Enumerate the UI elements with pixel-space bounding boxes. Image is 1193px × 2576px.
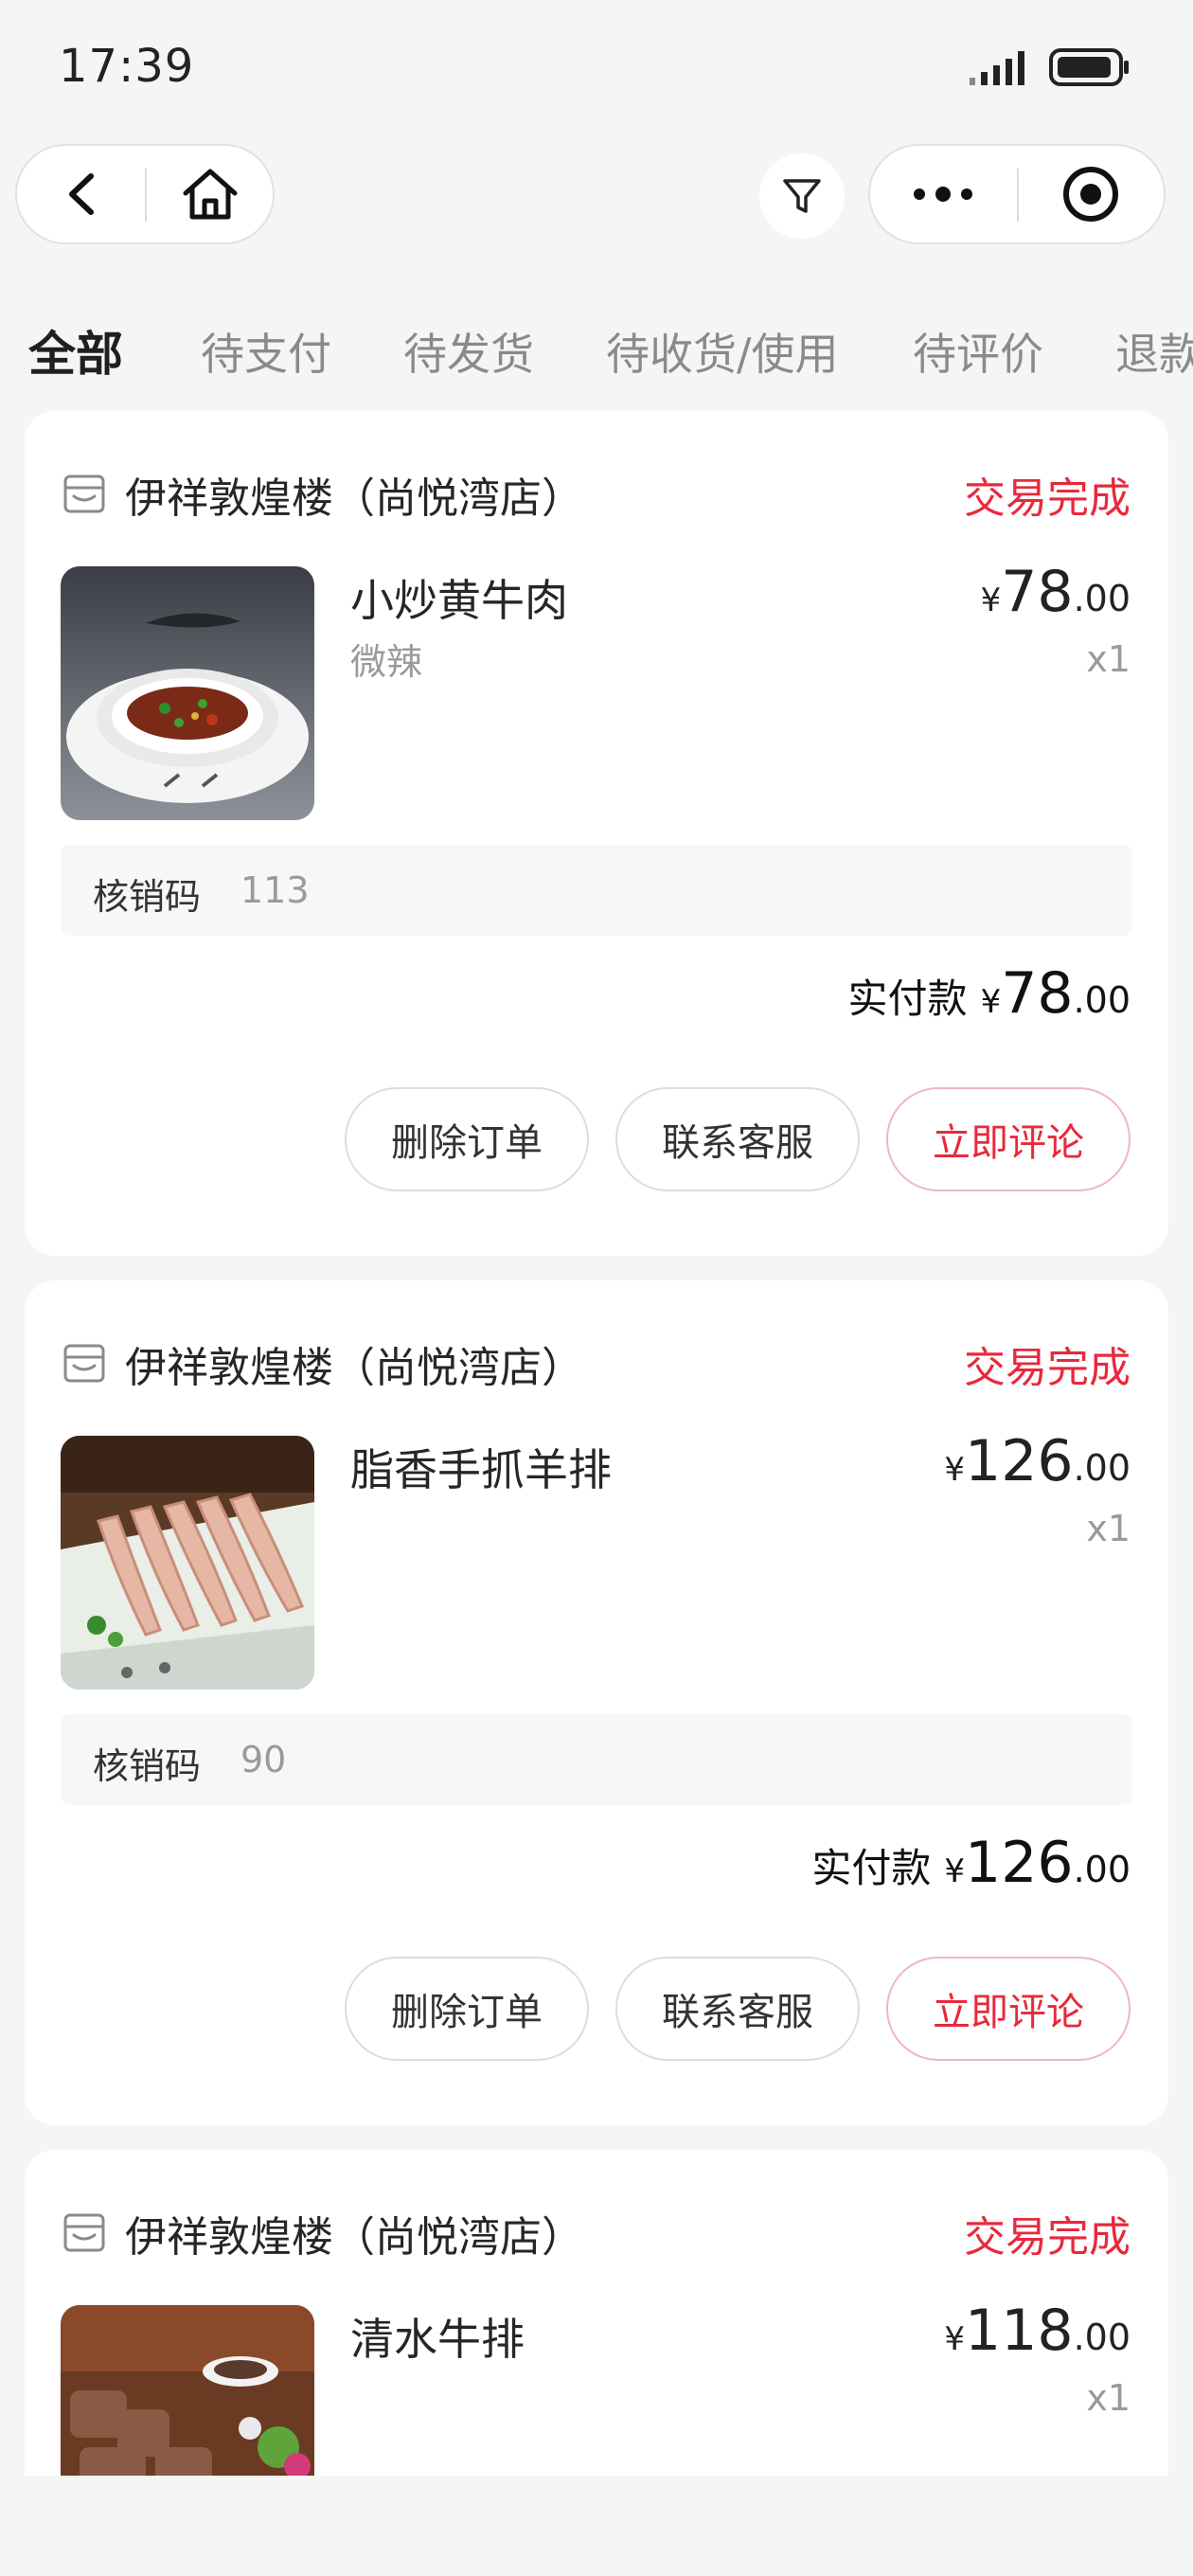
product-price: ¥126.00 <box>944 1428 1131 1494</box>
nav-left-capsule <box>15 144 275 244</box>
contact-service-button[interactable]: 联系客服 <box>615 1957 860 2061</box>
store-icon <box>63 2213 105 2252</box>
product-quantity: x1 <box>1086 1508 1131 1549</box>
order-status: 交易完成 <box>964 1344 1131 1392</box>
battery-icon <box>1049 48 1129 86</box>
home-button[interactable] <box>146 146 275 242</box>
status-bar: 17:39 <box>0 0 1193 142</box>
more-button[interactable] <box>870 146 1016 242</box>
tab-pending-payment[interactable]: 待支付 <box>201 320 331 383</box>
mini-program-capsule <box>868 144 1166 244</box>
target-circle-icon <box>1063 167 1118 222</box>
store-name[interactable]: 伊祥敦煌楼（尚悦湾店） <box>125 1333 583 1394</box>
store-name[interactable]: 伊祥敦煌楼（尚悦湾店） <box>125 464 583 525</box>
product-image[interactable] <box>61 1436 314 1690</box>
order-tabs: 全部 待支付 待发货 待收货/使用 待评价 退款 <box>0 303 1193 388</box>
tab-pending-receipt[interactable]: 待收货/使用 <box>606 320 839 383</box>
back-arrow-icon <box>69 173 94 215</box>
product-quantity: x1 <box>1086 638 1131 680</box>
review-now-button[interactable]: 立即评论 <box>886 1087 1131 1191</box>
product-name[interactable]: 小炒黄牛肉 <box>350 566 568 629</box>
close-mini-program-button[interactable] <box>1018 146 1164 242</box>
store-icon <box>63 474 105 513</box>
store-name[interactable]: 伊祥敦煌楼（尚悦湾店） <box>125 2203 583 2263</box>
status-time: 17:39 <box>59 40 195 93</box>
order-status: 交易完成 <box>964 2213 1131 2262</box>
paid-amount: 实付款 ¥78.00 <box>847 960 1131 1027</box>
product-spec: 微辣 <box>350 641 423 683</box>
verify-code-label: 核销码 <box>93 1745 202 1787</box>
tab-all[interactable]: 全部 <box>28 316 123 385</box>
product-name[interactable]: 脂香手抓羊排 <box>350 1436 612 1498</box>
contact-service-button[interactable]: 联系客服 <box>615 1087 860 1191</box>
paid-amount: 实付款 ¥126.00 <box>811 1830 1131 1896</box>
delete-order-button[interactable]: 删除订单 <box>345 1957 589 2061</box>
product-quantity: x1 <box>1086 2377 1131 2419</box>
verify-code-label: 核销码 <box>93 876 202 918</box>
product-image[interactable] <box>61 566 314 820</box>
order-card[interactable]: 伊祥敦煌楼（尚悦湾店） 交易完成 小炒黄牛肉 微辣 ¥78.00 x1 核销码 … <box>25 411 1168 1256</box>
more-dots-icon <box>914 187 972 202</box>
order-card[interactable]: 伊祥敦煌楼（尚悦湾店） 交易完成 脂香手抓羊排 ¥126.00 x1 核销码 9… <box>25 1280 1168 2125</box>
back-button[interactable] <box>17 146 146 242</box>
order-status: 交易完成 <box>964 474 1131 523</box>
store-icon <box>63 1344 105 1383</box>
product-price: ¥118.00 <box>944 2298 1131 2364</box>
filter-icon <box>783 179 821 213</box>
product-name[interactable]: 清水牛排 <box>350 2305 525 2368</box>
delete-order-button[interactable]: 删除订单 <box>345 1087 589 1191</box>
order-card[interactable]: 伊祥敦煌楼（尚悦湾店） 交易完成 清水牛排 ¥118.00 x1 <box>25 2150 1168 2476</box>
verify-code-box: 核销码 113 <box>61 845 1132 936</box>
product-price: ¥78.00 <box>980 559 1131 625</box>
review-now-button[interactable]: 立即评论 <box>886 1957 1131 2061</box>
verify-code-box: 核销码 90 <box>61 1714 1132 1805</box>
signal-icon <box>970 51 1024 85</box>
tab-pending-shipment[interactable]: 待发货 <box>403 320 534 383</box>
filter-button[interactable] <box>759 153 845 239</box>
verify-code-value: 113 <box>240 869 310 911</box>
home-icon <box>183 169 238 220</box>
product-image[interactable] <box>61 2305 314 2476</box>
tab-refund[interactable]: 退款 <box>1115 320 1193 383</box>
tab-pending-review[interactable]: 待评价 <box>913 320 1043 383</box>
verify-code-value: 90 <box>240 1739 287 1780</box>
